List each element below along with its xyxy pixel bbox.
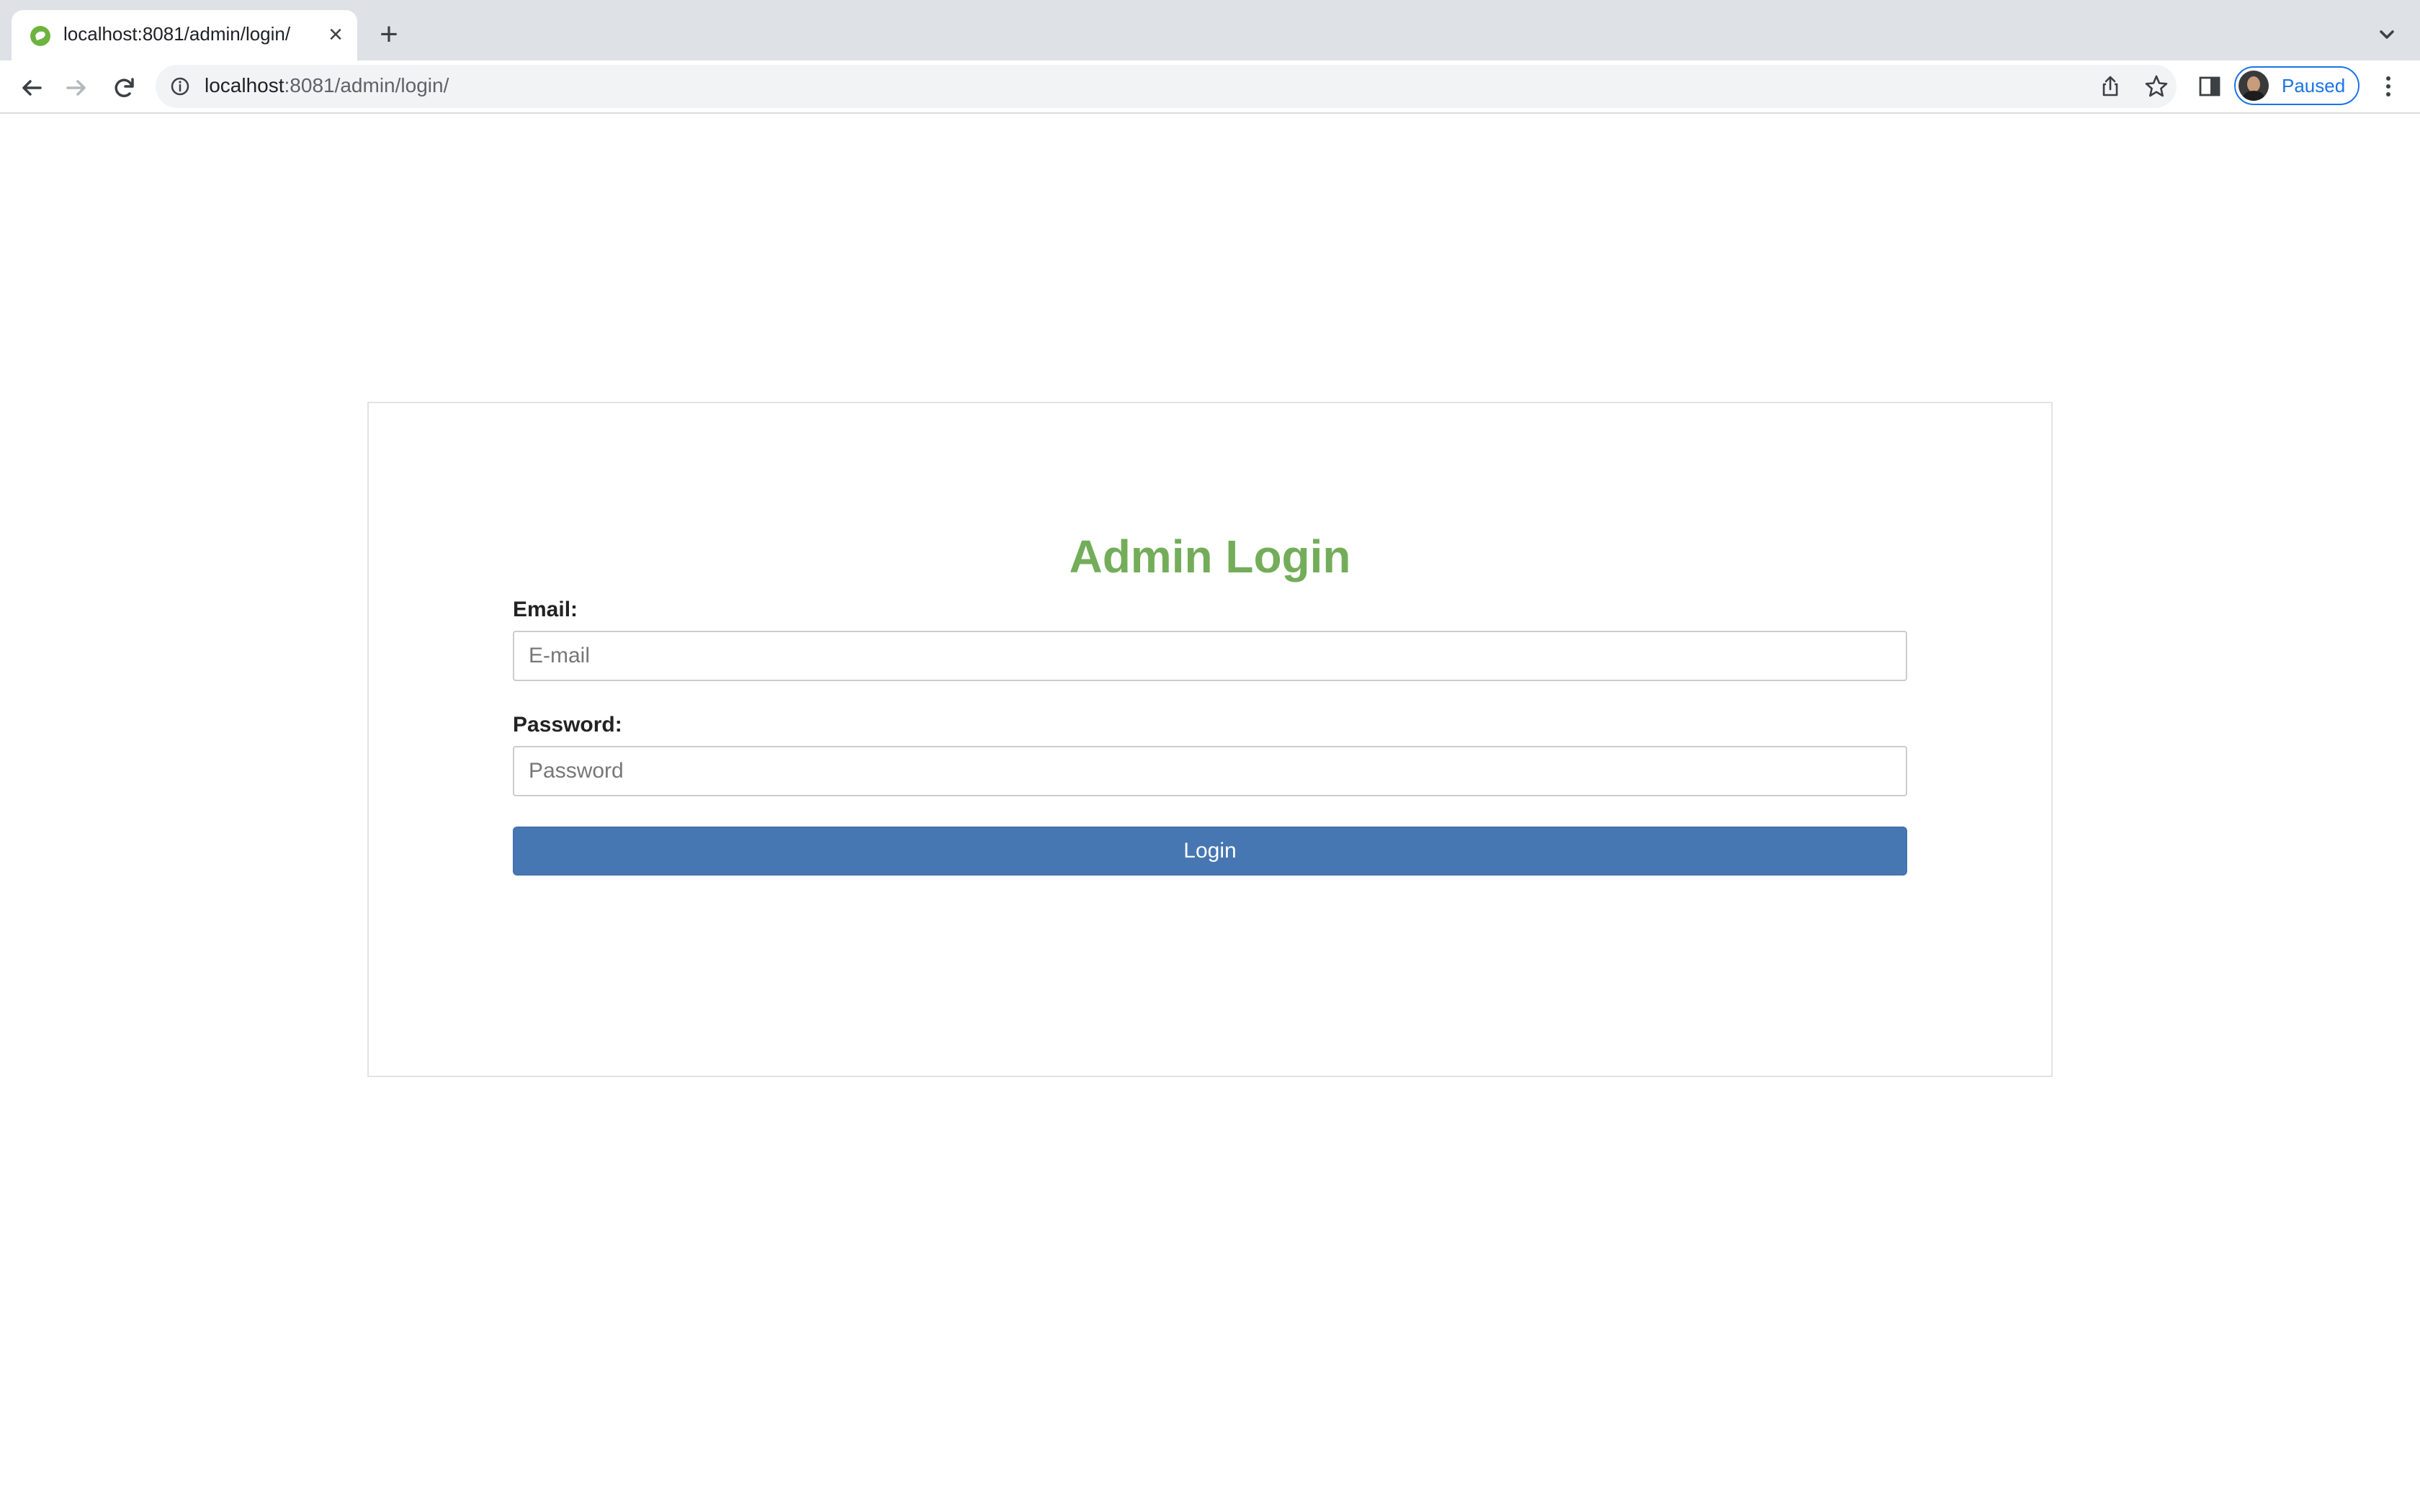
login-card: Admin Login Email: Password: Login: [367, 402, 2053, 1077]
profile-status: Paused: [2282, 75, 2346, 96]
url-text: localhost:8081/admin/login/: [205, 74, 449, 97]
spring-leaf-icon: [30, 26, 50, 46]
password-label: Password:: [513, 713, 622, 737]
url-path: :8081/admin/login/: [284, 74, 449, 96]
arrow-left-icon[interactable]: [16, 72, 48, 104]
browser-tab[interactable]: localhost:8081/admin/login/ ×: [12, 10, 357, 60]
avatar: [2238, 71, 2269, 101]
url-host: localhost: [205, 74, 284, 96]
close-icon[interactable]: ×: [321, 20, 350, 49]
info-icon[interactable]: [170, 76, 190, 96]
reload-icon[interactable]: [108, 72, 140, 104]
password-field[interactable]: [513, 746, 1907, 796]
page-title: Admin Login: [1069, 531, 1351, 582]
email-label: Email:: [513, 598, 578, 621]
login-button[interactable]: Login: [513, 827, 1907, 876]
side-panel-icon[interactable]: [2197, 73, 2223, 99]
arrow-right-icon[interactable]: [60, 72, 92, 104]
profile-button[interactable]: Paused: [2234, 66, 2360, 105]
browser-toolbar: localhost:8081/admin/login/ Paused: [0, 60, 2420, 114]
email-field[interactable]: [513, 631, 1907, 681]
chevron-down-icon[interactable]: [2370, 20, 2404, 49]
plus-icon[interactable]: +: [372, 19, 406, 53]
browser-tab-strip: localhost:8081/admin/login/ × +: [0, 0, 2420, 60]
star-icon[interactable]: [2143, 73, 2169, 99]
kebab-menu-icon[interactable]: [2374, 72, 2403, 101]
share-icon[interactable]: [2097, 73, 2123, 99]
address-bar[interactable]: localhost:8081/admin/login/: [156, 65, 2177, 108]
tab-title: localhost:8081/admin/login/: [63, 23, 291, 45]
